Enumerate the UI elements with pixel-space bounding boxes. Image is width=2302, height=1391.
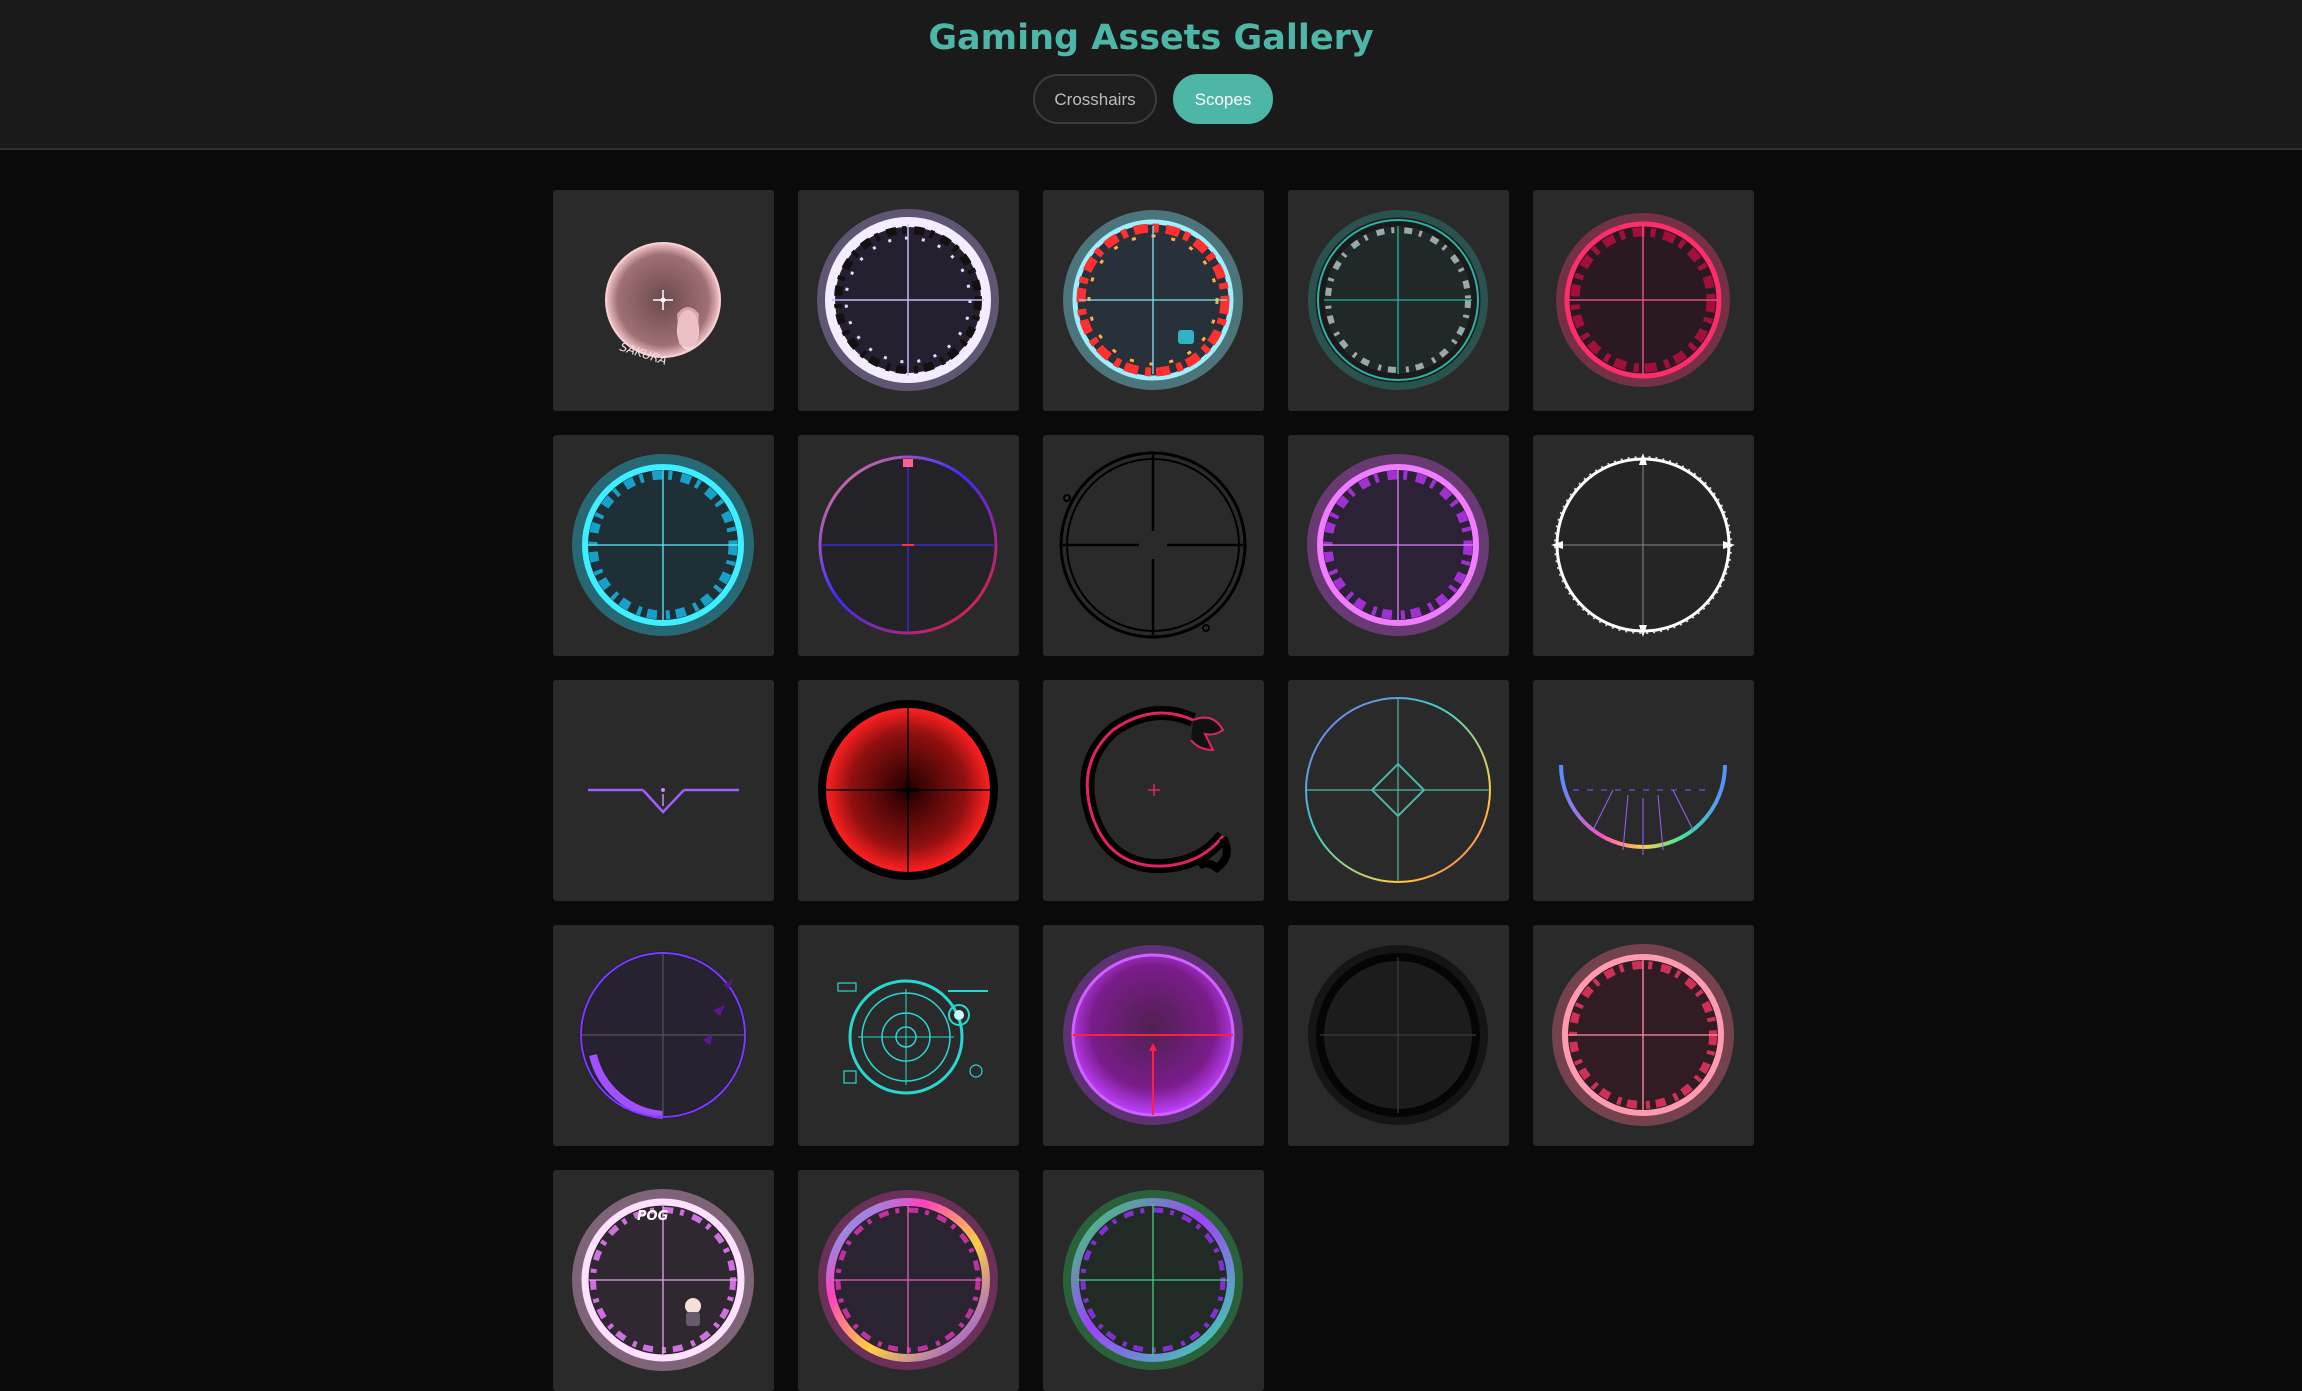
- pog-label: POG: [637, 1209, 669, 1224]
- rainbow-arc-sight-icon: [1559, 764, 1727, 855]
- gallery-card[interactable]: [798, 680, 1019, 901]
- gallery-card[interactable]: [1043, 1170, 1264, 1391]
- gallery-card[interactable]: SAKURA: [553, 190, 774, 411]
- gallery-card[interactable]: [1288, 925, 1509, 1146]
- shadow-scope-icon: [1308, 945, 1488, 1125]
- purple-v-sight-icon: [588, 788, 739, 814]
- gallery-card[interactable]: [1043, 190, 1264, 411]
- gallery-card[interactable]: [1288, 190, 1509, 411]
- black-tactical-scope-icon: [1059, 451, 1247, 639]
- pog-pink-scope-icon: POG: [572, 1189, 754, 1371]
- purple-red-orb-scope-icon: [1063, 945, 1243, 1125]
- red-blue-scope-icon: [818, 455, 998, 635]
- rainbow-diamond-scope-icon: [1305, 697, 1491, 883]
- rainbow-flame-scope-icon: [818, 1190, 998, 1370]
- gallery-card[interactable]: [1288, 435, 1509, 656]
- red-cyan-flame-scope-icon: [1063, 210, 1243, 390]
- gallery-card[interactable]: [553, 435, 774, 656]
- green-purple-flame-scope-icon: [1063, 1190, 1243, 1370]
- white-purple-flame-scope-icon: [817, 209, 999, 391]
- purple-bats-scope-icon: [579, 951, 747, 1119]
- gallery-card[interactable]: POG: [553, 1170, 774, 1391]
- pink-flame-scope-icon: [1552, 944, 1734, 1126]
- scope-gallery-grid: SAKURA POG: [0, 0, 2302, 1391]
- red-black-scope-icon: [818, 700, 998, 880]
- gallery-card[interactable]: [1533, 190, 1754, 411]
- gallery-card[interactable]: [798, 1170, 1019, 1391]
- gallery-card[interactable]: [798, 925, 1019, 1146]
- gallery-card[interactable]: [553, 680, 774, 901]
- gallery-card[interactable]: [1043, 925, 1264, 1146]
- gallery-card[interactable]: [1533, 435, 1754, 656]
- gallery-card[interactable]: [1288, 680, 1509, 901]
- gallery-card[interactable]: [798, 190, 1019, 411]
- gallery-card[interactable]: [1533, 680, 1754, 901]
- dragon-scope-icon: [1080, 705, 1231, 874]
- white-spiky-scope-icon: [1551, 453, 1735, 637]
- gallery-card[interactable]: [798, 435, 1019, 656]
- anime-girl-scope-icon: SAKURA: [605, 242, 721, 368]
- crimson-flame-scope-icon: [1556, 213, 1730, 387]
- gallery-card[interactable]: [553, 925, 774, 1146]
- gallery-card[interactable]: [1043, 680, 1264, 901]
- teal-dark-scope-icon: [1308, 210, 1488, 390]
- gallery-card[interactable]: [1533, 925, 1754, 1146]
- gallery-card[interactable]: [1043, 435, 1264, 656]
- cyan-flame-scope-icon: [572, 454, 754, 636]
- cyan-hud-scope-icon: [837, 979, 988, 1095]
- magenta-flame-scope-icon: [1307, 454, 1489, 636]
